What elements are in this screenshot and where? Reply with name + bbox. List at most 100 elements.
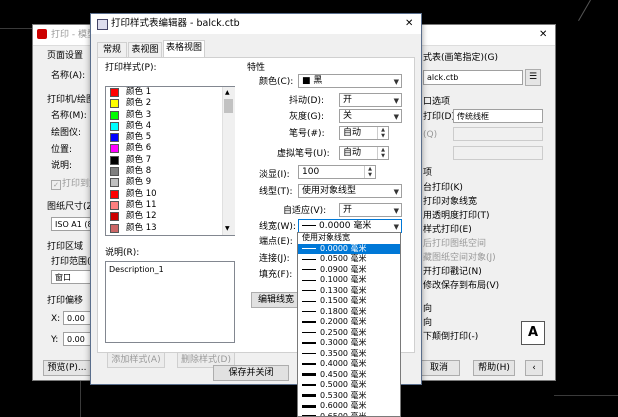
spinner-icon[interactable]: ▲ ▼ <box>377 127 388 139</box>
lineweight-option[interactable]: 0.5000 毫米 <box>298 380 400 391</box>
plot-style-item[interactable]: 颜色 9 <box>106 177 234 188</box>
plot-style-label: 颜色 3 <box>126 109 152 120</box>
lineweight-option[interactable]: 0.2500 毫米 <box>298 328 400 339</box>
lineweight-option-label: 0.6000 毫米 <box>320 401 367 410</box>
lineweight-option[interactable]: 使用对象线宽 <box>298 233 400 244</box>
plot-style-item[interactable]: 颜色 10 <box>106 189 234 200</box>
lineweight-option[interactable]: 0.6500 毫米 <box>298 412 400 416</box>
lineweight-option[interactable]: 0.6000 毫米 <box>298 401 400 412</box>
lineweight-option[interactable]: 0.2000 毫米 <box>298 317 400 328</box>
plot-style-item[interactable]: 颜色 11 <box>106 200 234 211</box>
print-to-file-checkbox[interactable]: ✓ <box>51 180 61 190</box>
lineweight-option[interactable]: 0.0900 毫米 <box>298 265 400 276</box>
color-swatch-icon <box>110 121 119 131</box>
lineweight-option[interactable]: 0.3500 毫米 <box>298 349 400 360</box>
edit-lineweights-button[interactable]: 编辑线宽 <box>251 292 301 308</box>
lineweight-option-label: 0.1300 毫米 <box>320 285 367 295</box>
screening-stepper[interactable]: 100 ▲ ▼ <box>298 165 376 179</box>
editor-close-icon[interactable]: ✕ <box>405 18 413 29</box>
lineweight-sample <box>302 373 316 376</box>
opt-background-plot[interactable]: 台打印(K) <box>423 183 463 194</box>
offset-x-input[interactable]: 0.00 <box>63 311 91 325</box>
lineweight-option[interactable]: 0.0000 毫米 <box>298 243 400 254</box>
lineweight-option[interactable]: 0.1500 毫米 <box>298 296 400 307</box>
lineweight-option[interactable]: 0.0500 毫米 <box>298 254 400 265</box>
lineweight-option[interactable]: 0.1000 毫米 <box>298 275 400 286</box>
plot-style-item[interactable]: 颜色 3 <box>106 110 234 121</box>
lineweight-select[interactable]: 0.0000 毫米 ▼ <box>298 219 402 233</box>
opt-hide-paperspace[interactable]: 藏图纸空间对象(J) <box>423 253 496 264</box>
color-select[interactable]: ■ 黑 ▼ <box>298 74 402 88</box>
collapse-options-icon[interactable]: ‹ <box>525 360 543 376</box>
spinner-icon[interactable]: ▲ ▼ <box>364 166 375 178</box>
lineweight-option[interactable]: 0.1800 毫米 <box>298 307 400 318</box>
print-range-select[interactable]: 窗口 <box>51 270 93 284</box>
orientation-preview-icon: A <box>521 321 545 345</box>
plot-style-label: 颜色 13 <box>126 222 157 233</box>
plot-style-item[interactable]: 颜色 6 <box>106 143 234 154</box>
preview-button[interactable]: 预览(P)... <box>43 360 91 376</box>
dither-select[interactable]: 开 ▼ <box>339 93 402 107</box>
paper-size-select[interactable]: ISO A1 (8 <box>51 217 93 231</box>
orient-portrait[interactable]: 向 <box>423 304 432 315</box>
plot-style-item[interactable]: 颜色 13 <box>106 223 234 234</box>
printer-desc-label: 说明: <box>51 161 73 171</box>
lineweight-option-label: 0.3500 毫米 <box>320 348 367 358</box>
scroll-down-icon[interactable]: ▼ <box>225 225 230 232</box>
plot-style-item[interactable]: 颜色 12 <box>106 211 234 222</box>
linetype-select[interactable]: 使用对象线型 ▼ <box>298 184 402 198</box>
opt-plot-stamp[interactable]: 开打印戳记(N) <box>423 267 482 278</box>
spinner-icon[interactable]: ▲ ▼ <box>377 147 388 159</box>
cancel-button[interactable]: 取消 <box>418 360 460 376</box>
shade-plot-select[interactable]: 传统线框 <box>453 109 543 123</box>
pen-number-value: 自动 <box>343 128 362 138</box>
scroll-up-icon[interactable]: ▲ <box>225 89 230 96</box>
close-icon[interactable]: ✕ <box>539 29 547 40</box>
lineweight-sample <box>302 310 316 313</box>
orient-landscape[interactable]: 向 <box>423 318 432 329</box>
plot-style-item[interactable]: 颜色 2 <box>106 98 234 109</box>
scroll-thumb[interactable] <box>224 99 233 113</box>
pen-number-stepper[interactable]: 自动 ▲ ▼ <box>339 126 389 140</box>
lineweight-dropdown-list[interactable]: 使用对象线宽 0.0000 毫米 0.0500 毫米 0.0900 毫米 0.1000 … <box>297 232 401 417</box>
help-button[interactable]: 帮助(H) <box>473 360 515 376</box>
adaptive-select[interactable]: 开 ▼ <box>339 203 402 217</box>
opt-plot-lineweights[interactable]: 打印对象线宽 <box>423 197 477 208</box>
lineweight-sample <box>302 394 316 397</box>
edit-plot-style-icon[interactable]: ☰ <box>525 69 541 86</box>
save-and-close-button[interactable]: 保存并关闭 <box>213 365 289 381</box>
quality-select <box>453 127 543 141</box>
plot-style-item[interactable]: 颜色 4 <box>106 121 234 132</box>
lineweight-option[interactable]: 0.5300 毫米 <box>298 391 400 402</box>
lineweight-option[interactable]: 0.4500 毫米 <box>298 370 400 381</box>
tab-form-view[interactable]: 表格视图 <box>163 40 205 57</box>
lineweight-option[interactable]: 0.4000 毫米 <box>298 359 400 370</box>
lineweight-sample <box>302 363 316 365</box>
tab-table-view[interactable]: 表视图 <box>128 42 162 57</box>
opt-save-to-layout[interactable]: 修改保存到布局(V) <box>423 281 499 292</box>
tab-general[interactable]: 常规 <box>97 42 127 57</box>
plot-style-item[interactable]: 颜色 7 <box>106 155 234 166</box>
plot-style-item[interactable]: 颜色 8 <box>106 166 234 177</box>
lineweight-option[interactable]: 0.1300 毫米 <box>298 286 400 297</box>
add-style-button[interactable]: 添加样式(A) <box>107 352 165 368</box>
offset-y-input[interactable]: 0.00 <box>63 332 91 346</box>
plot-styles-scrollbar[interactable]: ▲ ▼ <box>222 87 235 235</box>
description-textarea[interactable]: Description_1 <box>105 261 235 343</box>
virtual-pen-stepper[interactable]: 自动 ▲ ▼ <box>339 146 389 160</box>
lineweight-option[interactable]: 0.3000 毫米 <box>298 338 400 349</box>
dpi-input <box>453 146 543 160</box>
chevron-down-icon: ▼ <box>393 188 399 196</box>
color-swatch-icon <box>110 167 119 177</box>
plot-style-table-select[interactable]: alck.ctb <box>423 70 523 85</box>
plot-style-item[interactable]: 颜色 5 <box>106 132 234 143</box>
editor-title: 打印样式表编辑器 - balck.ctb <box>111 18 240 29</box>
plot-style-item[interactable]: 颜色 1 <box>106 87 234 98</box>
opt-paperspace-last[interactable]: 后打印图纸空间 <box>423 239 486 250</box>
orient-upside-down[interactable]: 下颠倒打印(-) <box>423 332 478 343</box>
plot-styles-list[interactable]: 颜色 1 颜色 2 颜色 3 颜色 4 颜色 5 颜色 6 颜色 7 颜色 8 颜色 9 颜色 1… <box>105 86 235 236</box>
opt-plot-transparency[interactable]: 用透明度打印(T) <box>423 211 490 222</box>
grayscale-select[interactable]: 关 ▼ <box>339 109 402 123</box>
plot-style-label: 颜色 4 <box>126 120 152 131</box>
opt-plot-with-styles[interactable]: 样式打印(E) <box>423 225 472 236</box>
